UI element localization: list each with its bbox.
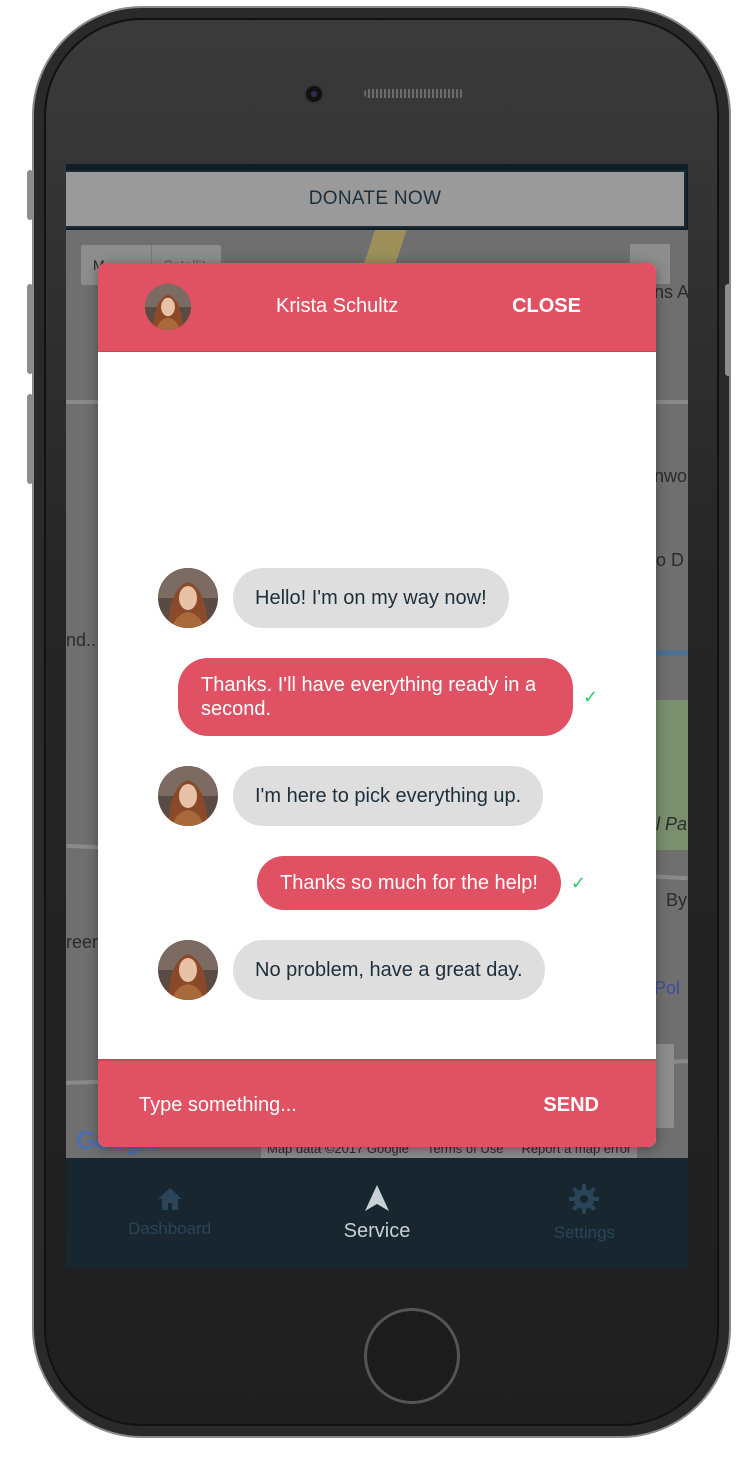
tab-settings[interactable]: Settings [481, 1158, 688, 1268]
map-label: reen [66, 932, 103, 952]
chat-modal: Krista Schultz CLOSE Hello! I'm on my wa… [98, 263, 656, 1147]
footer-divider [98, 1059, 656, 1061]
map-label: nd.. [66, 630, 97, 650]
tab-service[interactable]: Service [273, 1158, 480, 1268]
message-outgoing: Thanks. I'll have everything ready in a … [178, 658, 598, 736]
message-incoming: No problem, have a great day. [158, 940, 545, 1000]
message-bubble: Thanks so much for the help! [257, 856, 561, 910]
map-label: ns A [654, 282, 688, 302]
delivered-check-icon: ✓ [570, 872, 587, 893]
tab-dashboard[interactable]: Dashboard [66, 1158, 273, 1268]
close-button[interactable]: CLOSE [512, 295, 581, 318]
tab-dashboard-label: Dashboard [128, 1219, 212, 1238]
message-outgoing: Thanks so much for the help! ✓ [257, 856, 586, 910]
map-label: Pol [654, 978, 681, 998]
chat-header: Krista Schultz CLOSE [98, 263, 656, 351]
map-label: nwo [654, 466, 688, 486]
delivered-check-icon: ✓ [583, 686, 599, 707]
tab-settings-label: Settings [553, 1223, 616, 1242]
map-label: l Pa [656, 814, 688, 834]
home-button[interactable] [364, 1308, 460, 1404]
navigation-arrow-icon [364, 1184, 389, 1211]
donate-now-button[interactable]: DONATE NOW [66, 170, 686, 228]
tab-service-label: Service [343, 1219, 411, 1242]
volume-up-button [27, 284, 33, 374]
gear-icon [569, 1184, 600, 1214]
volume-down-button [27, 394, 33, 484]
contact-avatar [145, 284, 191, 330]
chat-input-bar: Type something... SEND [98, 1059, 656, 1147]
power-button [725, 284, 731, 376]
bottom-tab-bar: Dashboard Service Settings [66, 1158, 688, 1268]
send-button[interactable]: SEND [543, 1094, 599, 1117]
message-incoming: I'm here to pick everything up. [158, 766, 544, 826]
message-bubble: Hello! I'm on my way now! [233, 568, 509, 628]
home-icon [157, 1188, 182, 1210]
map-label: By [666, 890, 688, 910]
message-bubble: No problem, have a great day. [233, 940, 545, 1000]
earpiece-speaker [364, 89, 464, 98]
sender-avatar [158, 940, 218, 1000]
message-bubble: Thanks. I'll have everything ready in a … [178, 658, 573, 736]
header-divider [98, 351, 656, 352]
water-line [656, 650, 688, 656]
contact-name: Krista Schultz [276, 295, 399, 317]
sender-avatar [158, 568, 218, 628]
mute-switch [27, 170, 33, 220]
sender-avatar [158, 766, 218, 826]
message-bubble: I'm here to pick everything up. [233, 766, 544, 826]
front-camera [304, 84, 324, 104]
map-label: o D [656, 550, 685, 570]
message-incoming: Hello! I'm on my way now! [158, 568, 509, 628]
message-input[interactable]: Type something... [139, 1094, 297, 1117]
